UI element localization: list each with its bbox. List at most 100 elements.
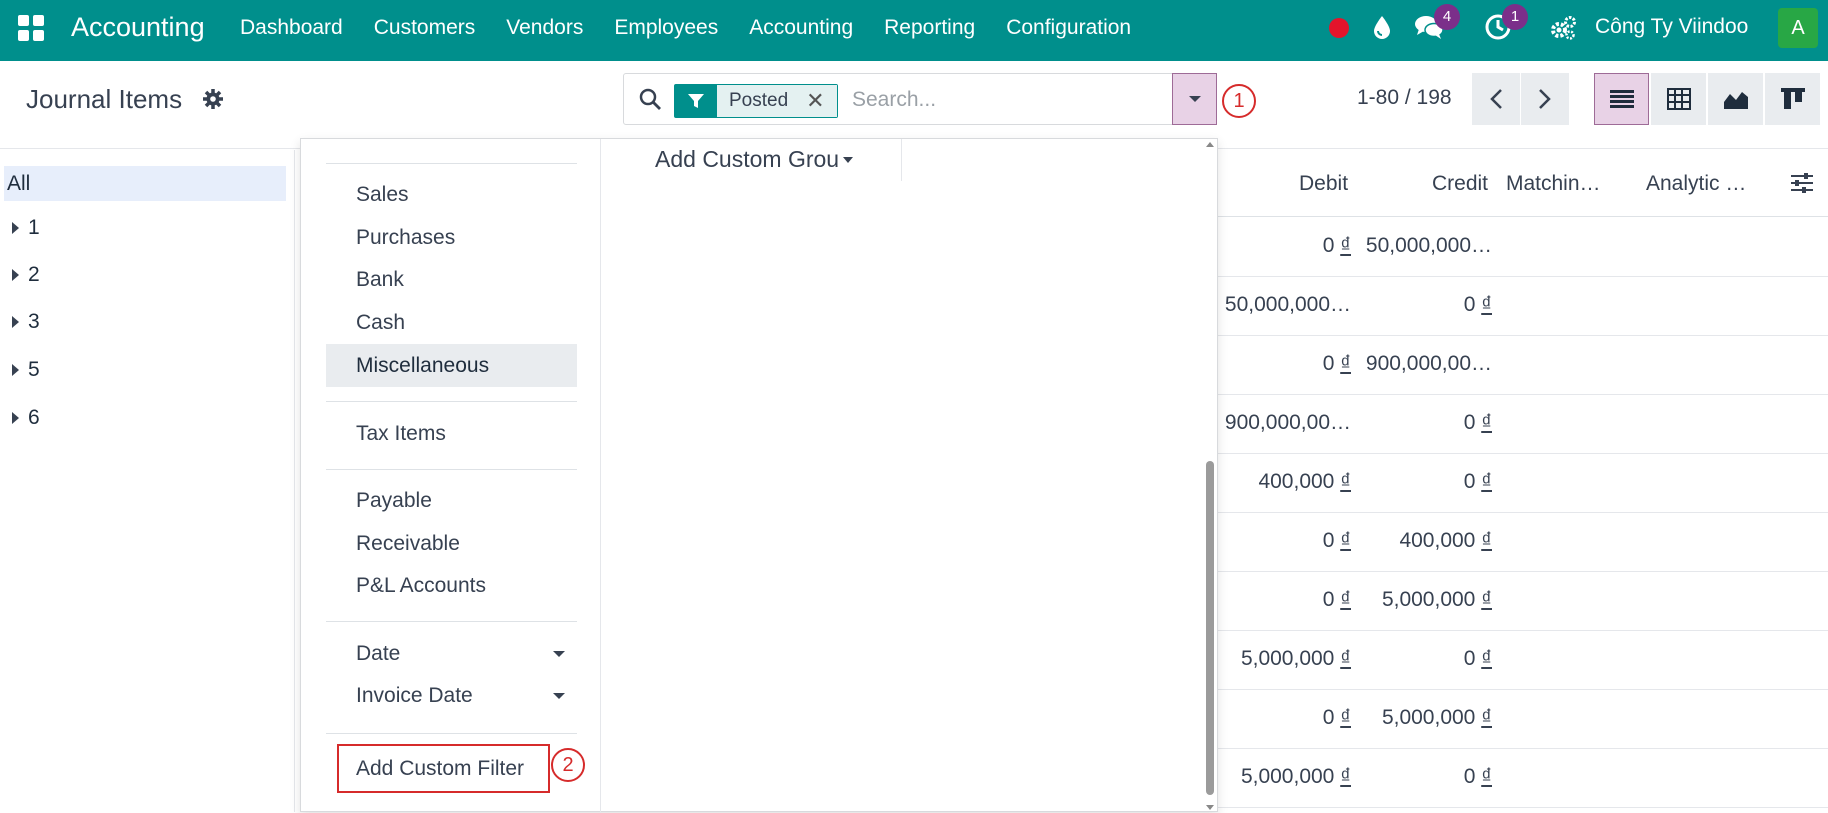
water-drop-icon[interactable] bbox=[1371, 13, 1393, 46]
caret-right-icon[interactable] bbox=[12, 316, 19, 328]
list-view-button[interactable] bbox=[1594, 73, 1649, 125]
table-row[interactable]: 400,000 ₫ 0 ₫ bbox=[1218, 454, 1828, 513]
menu-dashboard[interactable]: Dashboard bbox=[240, 16, 343, 40]
caret-down-icon[interactable] bbox=[553, 693, 565, 699]
column-header-debit[interactable]: Debit bbox=[1299, 172, 1348, 196]
currency-symbol: ₫ bbox=[1481, 470, 1492, 493]
table-row[interactable]: 900,000,00… 0 ₫ bbox=[1218, 395, 1828, 454]
caret-right-icon[interactable] bbox=[12, 269, 19, 281]
column-header-matching[interactable]: Matchin… bbox=[1506, 172, 1601, 196]
search-panel-item[interactable]: 1 bbox=[12, 216, 40, 240]
divider bbox=[326, 401, 577, 402]
column-header-credit[interactable]: Credit bbox=[1432, 172, 1488, 196]
search-panel-item[interactable]: 2 bbox=[12, 263, 40, 287]
pager-next-button[interactable] bbox=[1521, 73, 1569, 125]
app-brand[interactable]: Accounting bbox=[71, 12, 205, 43]
top-navbar: Accounting Dashboard Customers Vendors E… bbox=[0, 0, 1828, 61]
table-row[interactable]: 0 ₫ 5,000,000 ₫ bbox=[1218, 572, 1828, 631]
gear-icon[interactable] bbox=[202, 88, 224, 115]
cell-credit: 0 ₫ bbox=[1463, 293, 1492, 316]
caret-right-icon[interactable] bbox=[12, 222, 19, 234]
filter-payable[interactable]: Payable bbox=[326, 479, 577, 522]
search-options-toggle-button[interactable] bbox=[1172, 73, 1217, 125]
currency-symbol: ₫ bbox=[1340, 647, 1351, 670]
cell-credit: 400,000 ₫ bbox=[1399, 529, 1492, 552]
scrollbar-thumb[interactable] bbox=[1206, 461, 1214, 795]
cell-debit: 0 ₫ bbox=[1322, 234, 1351, 257]
cell-debit: 5,000,000 ₫ bbox=[1240, 647, 1351, 670]
cell-debit: 0 ₫ bbox=[1322, 588, 1351, 611]
caret-right-icon[interactable] bbox=[12, 364, 19, 376]
column-header-analytic[interactable]: Analytic … bbox=[1646, 172, 1746, 196]
pager-value[interactable]: 1-80 / 198 bbox=[1357, 86, 1452, 110]
cell-debit: 900,000,00… bbox=[1224, 411, 1351, 434]
search-facet-posted: Posted ✕ bbox=[674, 84, 838, 118]
search-panel-item[interactable]: 3 bbox=[12, 310, 40, 334]
menu-employees[interactable]: Employees bbox=[614, 16, 718, 40]
cell-debit: 0 ₫ bbox=[1322, 706, 1351, 729]
pager-previous-button[interactable] bbox=[1472, 73, 1520, 125]
menu-accounting[interactable]: Accounting bbox=[749, 16, 853, 40]
currency-symbol: ₫ bbox=[1340, 765, 1351, 788]
dropdown-scrollbar[interactable] bbox=[1203, 139, 1217, 813]
currency-symbol: ₫ bbox=[1340, 470, 1351, 493]
table-row[interactable]: 5,000,000 ₫ 0 ₫ bbox=[1218, 631, 1828, 690]
cell-credit: 5,000,000 ₫ bbox=[1381, 706, 1492, 729]
filter-pl-accounts[interactable]: P&L Accounts bbox=[326, 564, 577, 607]
search-panel-item[interactable]: 5 bbox=[12, 358, 40, 382]
messages-count-badge: 4 bbox=[1434, 4, 1460, 30]
menu-vendors[interactable]: Vendors bbox=[506, 16, 583, 40]
menu-configuration[interactable]: Configuration bbox=[1006, 16, 1131, 40]
divider bbox=[326, 469, 577, 470]
cell-debit: 0 ₫ bbox=[1322, 352, 1351, 375]
filter-purchases[interactable]: Purchases bbox=[326, 216, 577, 259]
annotation-callout-1: 1 bbox=[1222, 84, 1256, 118]
optional-columns-icon[interactable] bbox=[1790, 172, 1814, 199]
filter-sales[interactable]: Sales bbox=[326, 173, 577, 216]
table-row[interactable]: 0 ₫ 5,000,000 ₫ bbox=[1218, 690, 1828, 749]
caret-right-icon[interactable] bbox=[12, 412, 19, 424]
filter-miscellaneous[interactable]: Miscellaneous bbox=[326, 344, 577, 387]
search-panel-all[interactable]: All bbox=[4, 166, 286, 201]
activities-count-badge: 1 bbox=[1502, 4, 1528, 30]
add-custom-filter-button[interactable]: Add Custom Filter bbox=[337, 744, 550, 793]
pivot-view-button[interactable] bbox=[1651, 73, 1706, 125]
table-row[interactable]: 5,000,000 ₫ 0 ₫ bbox=[1218, 749, 1828, 808]
user-avatar[interactable]: A bbox=[1778, 8, 1818, 48]
filter-cash[interactable]: Cash bbox=[326, 301, 577, 344]
company-name[interactable]: Công Ty Viindoo bbox=[1595, 15, 1748, 39]
graph-view-button[interactable] bbox=[1708, 73, 1763, 125]
cell-credit: 0 ₫ bbox=[1463, 411, 1492, 434]
recording-indicator-icon[interactable] bbox=[1329, 18, 1349, 38]
facet-remove-icon[interactable]: ✕ bbox=[806, 85, 824, 117]
filter-receivable[interactable]: Receivable bbox=[326, 522, 577, 565]
caret-down-icon[interactable] bbox=[553, 651, 565, 657]
scroll-up-arrow-icon[interactable] bbox=[1206, 142, 1214, 147]
cell-debit: 5,000,000 ₫ bbox=[1240, 765, 1351, 788]
filter-bank[interactable]: Bank bbox=[326, 258, 577, 301]
search-icon[interactable] bbox=[638, 87, 662, 116]
caret-down-icon bbox=[843, 157, 854, 163]
app-menu-icon[interactable] bbox=[18, 15, 44, 41]
menu-reporting[interactable]: Reporting bbox=[884, 16, 975, 40]
filter-date[interactable]: Date bbox=[326, 632, 577, 675]
table-row[interactable]: 50,000,000… 0 ₫ bbox=[1218, 277, 1828, 336]
search-panel: All 1 2 3 5 6 bbox=[0, 150, 295, 812]
currency-symbol: ₫ bbox=[1340, 234, 1351, 257]
search-panel-item[interactable]: 6 bbox=[12, 406, 40, 430]
search-options-dropdown: Sales Purchases Bank Cash Miscellaneous … bbox=[300, 138, 1218, 813]
scroll-down-arrow-icon[interactable] bbox=[1206, 805, 1214, 810]
table-row[interactable]: 0 ₫ 900,000,00… bbox=[1218, 336, 1828, 395]
table-row[interactable]: 0 ₫ 50,000,000… bbox=[1218, 218, 1828, 277]
table-row[interactable]: 0 ₫ 400,000 ₫ bbox=[1218, 513, 1828, 572]
currency-symbol: ₫ bbox=[1340, 588, 1351, 611]
menu-customers[interactable]: Customers bbox=[374, 16, 476, 40]
main-menu: Dashboard Customers Vendors Employees Ac… bbox=[240, 16, 1162, 40]
filter-tax-items[interactable]: Tax Items bbox=[326, 412, 577, 455]
filter-invoice-date[interactable]: Invoice Date bbox=[326, 674, 577, 717]
kanban-view-button[interactable] bbox=[1765, 73, 1820, 125]
search-input[interactable] bbox=[852, 86, 1182, 114]
cell-credit: 0 ₫ bbox=[1463, 647, 1492, 670]
add-custom-group-select[interactable]: Add Custom Grou bbox=[655, 146, 854, 173]
company-switch-icon[interactable] bbox=[1549, 14, 1579, 47]
